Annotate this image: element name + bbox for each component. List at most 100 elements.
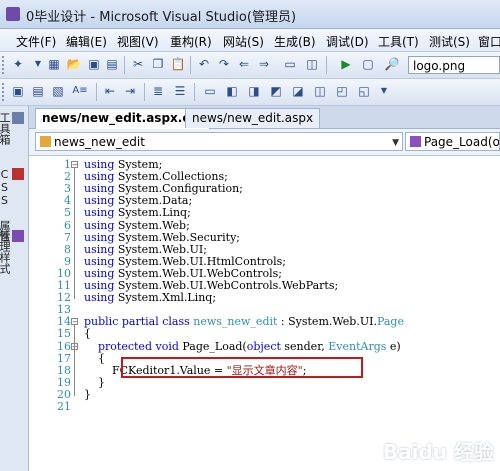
publish-icon[interactable]: ▭ (282, 56, 298, 72)
code-token: } (84, 387, 91, 401)
tab-news-new-edit-cs[interactable]: news/new_edit.aspx.cs* (35, 108, 210, 129)
code-token: System.Web.UI.HtmlControls; (114, 254, 286, 268)
comment-icon[interactable]: ≣ (150, 83, 166, 99)
manage-styles-tab[interactable]: 管理样式 (0, 230, 24, 274)
menu-file[interactable]: 文件(F) (16, 33, 56, 50)
line-number: 21 (57, 400, 71, 413)
code-line: } (84, 387, 91, 401)
cut-icon[interactable]: ✂ (130, 56, 146, 72)
toolbar-separator (190, 56, 191, 74)
code-line: public partial class news_new_edit : Sys… (84, 316, 404, 328)
parameter-info-icon[interactable]: ▧ (50, 83, 66, 99)
line-number: 8 (64, 242, 71, 256)
start-debugging-icon[interactable]: ▶ (338, 56, 354, 72)
solution-config-icon[interactable]: ▢ (360, 56, 376, 72)
toolbox-icon (12, 112, 24, 124)
watermark: Baidu 经验 (382, 440, 494, 464)
prev-bookmark-doc-icon[interactable]: ◫ (312, 83, 328, 99)
code-token: System.Configuration; (114, 182, 243, 196)
code-token: using (84, 266, 115, 280)
toolbar-grip[interactable] (2, 56, 7, 74)
line-number: 5 (64, 206, 71, 220)
quick-info-icon[interactable]: A≡ (72, 83, 88, 99)
class-dropdown[interactable]: news_new_edit ▼ (35, 132, 403, 151)
navigate-backward-icon[interactable]: ⇐ (236, 56, 252, 72)
code-token: using (84, 230, 115, 244)
find-combo[interactable]: logo.png (408, 56, 500, 74)
copy-icon[interactable]: ❐ (150, 56, 166, 72)
display-object-member-icon[interactable]: ▤ (30, 83, 46, 99)
member-dropdown-value: Page_Load(obj (424, 135, 500, 149)
find-icon[interactable]: 🔎 (384, 56, 400, 72)
menu-edit[interactable]: 编辑(E) (66, 33, 107, 50)
navigate-forward-icon[interactable]: ⇒ (256, 56, 272, 72)
code-token: System.Web.UI.WebControls.WebParts; (114, 279, 339, 292)
outline-line (74, 168, 75, 300)
toolbar-options-arrow-icon[interactable]: ▼ (376, 83, 392, 99)
save-all-icon[interactable]: ▤ (104, 56, 120, 72)
increase-indent-icon[interactable]: ⇥ (122, 83, 138, 99)
member-dropdown[interactable]: Page_Load(obj (405, 132, 500, 151)
web-icon[interactable]: ◫ (304, 56, 320, 72)
dropdown-arrow-icon[interactable]: ▼ (30, 56, 46, 72)
line-number: 19 (57, 375, 71, 389)
code-token: using (84, 194, 115, 208)
menu-build[interactable]: 生成(B) (274, 33, 316, 50)
next-bookmark-folder-icon[interactable]: ◪ (290, 83, 306, 99)
line-number: 6 (64, 218, 71, 232)
menu-test[interactable]: 测试(S) (429, 33, 470, 50)
new-project-icon[interactable]: ✦ (10, 56, 26, 72)
menu-refactor[interactable]: 重构(R) (170, 33, 212, 50)
code-token: { (84, 327, 91, 341)
class-dropdown-value: news_new_edit (54, 135, 145, 149)
uncomment-icon[interactable]: ☰ (172, 83, 188, 99)
menu-tools[interactable]: 工具(T) (378, 33, 419, 50)
code-token: using (84, 242, 115, 256)
code-token: System.Linq; (114, 206, 191, 220)
title-bar: 0毕业设计 - Microsoft Visual Studio(管理员) (0, 0, 500, 29)
code-line: protected void Page_Load(object sender, … (84, 340, 401, 353)
menu-bar: 文件(F) 编辑(E) 视图(V) 重构(R) 网站(S) 生成(B) 调试(D… (0, 29, 500, 52)
object-browser-icon[interactable]: ▣ (10, 83, 26, 99)
toolbar-grip[interactable] (2, 83, 7, 101)
class-icon (40, 136, 51, 147)
highlight-annotation-box (121, 357, 363, 378)
menu-window[interactable]: 窗口 (478, 33, 500, 50)
open-file-icon[interactable]: 📂 (66, 56, 82, 72)
outline-line (74, 349, 75, 384)
next-bookmark-icon[interactable]: ◨ (246, 83, 262, 99)
prev-bookmark-folder-icon[interactable]: ◩ (268, 83, 284, 99)
toolbox-tab[interactable]: 工具箱 (0, 112, 24, 145)
toggle-bookmark-icon[interactable]: ▭ (202, 83, 218, 99)
line-number: 7 (64, 230, 71, 244)
code-token: Page (376, 315, 404, 329)
menu-debug[interactable]: 调试(D) (326, 33, 369, 50)
next-bookmark-doc-icon[interactable]: ◰ (334, 83, 350, 99)
prev-bookmark-icon[interactable]: ◧ (224, 83, 240, 99)
code-token: using (84, 218, 115, 232)
code-line: using System.Xml.Linq; (84, 292, 216, 304)
code-token: public partial class (84, 315, 194, 329)
method-icon (410, 136, 421, 147)
collapse-icon[interactable]: − (71, 161, 78, 169)
manage-styles-tab-label: 管理样式 (0, 230, 11, 274)
decrease-indent-icon[interactable]: ⇤ (102, 83, 118, 99)
paste-icon[interactable]: 📋 (170, 56, 186, 72)
tab-news-new-edit-aspx[interactable]: news/new_edit.aspx (185, 108, 321, 128)
clear-bookmarks-icon[interactable]: ◱ (356, 83, 372, 99)
menu-view[interactable]: 视图(V) (117, 33, 159, 50)
window-title: 0毕业设计 - Microsoft Visual Studio(管理员) (26, 10, 297, 25)
undo-icon[interactable]: ↶ (196, 56, 212, 72)
code-token: news_new_edit (193, 315, 278, 329)
collapse-icon[interactable]: − (71, 318, 78, 326)
menu-website[interactable]: 网站(S) (223, 33, 264, 50)
code-token: using (84, 254, 115, 268)
code-editor[interactable]: 123456789101112131415161718192021−−− usi… (29, 156, 500, 471)
code-token: using (84, 158, 115, 171)
redo-icon[interactable]: ↷ (216, 56, 232, 72)
add-item-icon[interactable]: ▦ (46, 56, 62, 72)
text-editor-toolbar: ▣ ▤ ▧ A≡ ⇤ ⇥ ≣ ☰ ▭ ◧ ◨ ◩ ◪ ◫ ◰ ◱ ▼ (0, 79, 500, 106)
toolbox-tab-label: 工具箱 (0, 112, 11, 145)
save-icon[interactable]: ▣ (86, 56, 102, 72)
